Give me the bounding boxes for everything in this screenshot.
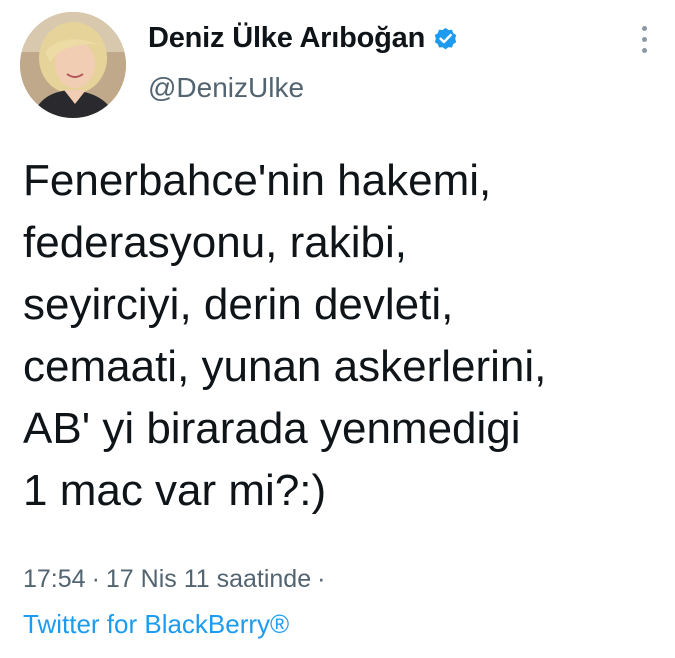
author-handle[interactable]: @DenizUlke: [148, 72, 304, 104]
author-display-name[interactable]: Deniz Ülke Arıboğan: [148, 22, 425, 55]
meta-separator-trailing: ·: [317, 565, 326, 593]
tweet-text-line: 1 mac var mi?:): [23, 466, 327, 515]
verified-badge-icon: [432, 25, 459, 52]
tweet-text-line: AB' yi birarada yenmedigi: [23, 404, 521, 453]
tweet-text-line: federasyonu, rakibi,: [23, 218, 407, 267]
avatar[interactable]: [20, 12, 126, 118]
tweet-timestamp[interactable]: 17:54 · 17 Nis 11 saatinde ·: [23, 565, 331, 594]
tweet-text-line: seyirciyi, derin devleti,: [23, 280, 454, 329]
tweet-text-line: Fenerbahce'nin hakemi,: [23, 156, 492, 205]
tweet-time[interactable]: 17:54: [23, 565, 86, 593]
avatar-image: [20, 12, 126, 118]
author-name-row[interactable]: Deniz Ülke Arıboğan: [148, 22, 459, 55]
tweet-date[interactable]: 17 Nis 11 saatinde: [106, 565, 311, 593]
tweet-text: Fenerbahce'nin hakemi, federasyonu, raki…: [23, 150, 663, 522]
meta-separator: ·: [91, 565, 100, 593]
tweet-source-link[interactable]: Twitter for BlackBerry®: [23, 609, 289, 640]
tweet-text-line: cemaati, yunan askerlerini,: [23, 342, 547, 391]
more-vertical-icon[interactable]: [637, 26, 651, 60]
tweet-card: Deniz Ülke Arıboğan @DenizUlke Fenerbahc…: [0, 0, 675, 658]
